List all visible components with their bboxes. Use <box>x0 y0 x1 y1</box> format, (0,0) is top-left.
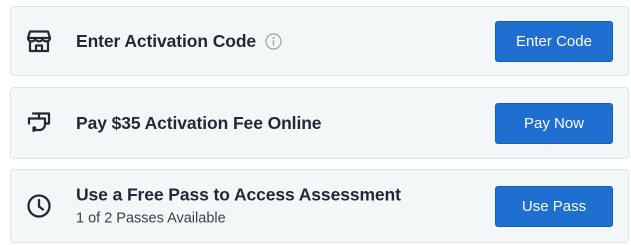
option-text: Use a Free Pass to Access Assessment 1 o… <box>76 184 401 229</box>
option-title: Enter Activation Code <box>76 31 257 51</box>
storefront-icon <box>26 28 52 54</box>
activation-code-option: Enter Activation Code Enter Code <box>10 6 629 76</box>
info-icon[interactable] <box>256 32 282 50</box>
passes-available-text: 1 of 2 Passes Available <box>76 210 226 227</box>
receipt-icon <box>26 110 52 136</box>
pay-now-button[interactable]: Pay Now <box>495 103 613 144</box>
option-title: Use a Free Pass to Access Assessment <box>76 184 401 205</box>
option-text: Enter Activation Code <box>76 30 282 52</box>
clock-icon <box>26 193 52 219</box>
free-pass-option: Use a Free Pass to Access Assessment 1 o… <box>10 169 629 243</box>
enter-code-button[interactable]: Enter Code <box>495 21 613 62</box>
option-text: Pay $35 Activation Fee Online <box>76 112 322 134</box>
pay-fee-option: Pay $35 Activation Fee Online Pay Now <box>10 87 629 159</box>
use-pass-button[interactable]: Use Pass <box>495 186 613 227</box>
option-title: Pay $35 Activation Fee Online <box>76 113 322 133</box>
